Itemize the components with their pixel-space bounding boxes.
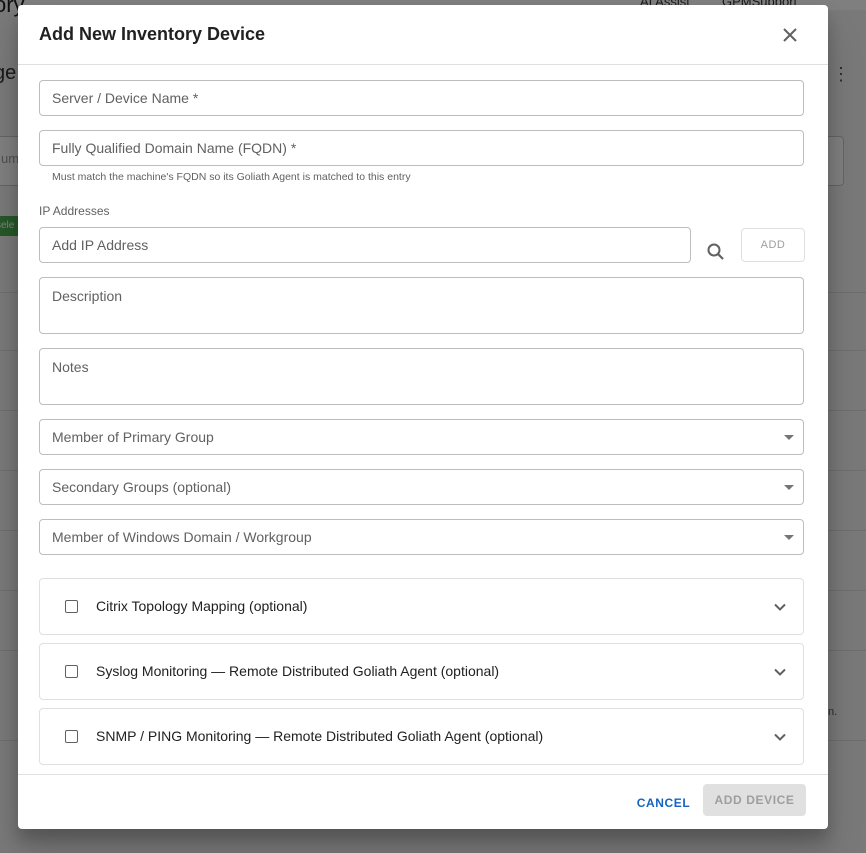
citrix-checkbox[interactable] [65,600,78,613]
secondary-groups-label: Secondary Groups (optional) [52,479,231,495]
server-name-label: Server / Device Name * [52,90,199,106]
accordion-syslog-monitoring[interactable]: Syslog Monitoring — Remote Distributed G… [39,643,804,700]
dropdown-arrow-icon [784,485,794,490]
dialog-footer: CANCEL ADD DEVICE [18,774,828,829]
accordion-label: SNMP / PING Monitoring — Remote Distribu… [96,728,544,744]
dropdown-arrow-icon [784,535,794,540]
description-label: Description [52,288,123,304]
cancel-button[interactable]: CANCEL [630,787,697,819]
dialog-header: Add New Inventory Device [18,5,828,65]
primary-group-label: Member of Primary Group [52,429,214,445]
close-button[interactable] [776,21,804,49]
primary-group-select[interactable]: Member of Primary Group [39,419,804,455]
description-field[interactable]: Description [39,277,804,334]
add-device-dialog: Add New Inventory Device Server / Device… [18,5,828,829]
accordion-label: Syslog Monitoring — Remote Distributed G… [96,663,500,679]
server-name-field[interactable]: Server / Device Name * [39,80,804,116]
accordion-label: Citrix Topology Mapping (optional) [96,598,308,614]
add-device-button[interactable]: ADD DEVICE [703,784,806,816]
windows-domain-label: Member of Windows Domain / Workgroup [52,529,312,545]
search-icon[interactable] [704,240,728,264]
chevron-down-icon [774,603,786,611]
accordion-snmp-ping-monitoring[interactable]: SNMP / PING Monitoring — Remote Distribu… [39,708,804,765]
syslog-checkbox[interactable] [65,665,78,678]
fqdn-field[interactable]: Fully Qualified Domain Name (FQDN) * [39,130,804,166]
dialog-body[interactable]: Server / Device Name * Fully Qualified D… [18,65,828,774]
close-icon [783,28,797,42]
snmp-checkbox[interactable] [65,730,78,743]
dialog-title: Add New Inventory Device [39,24,266,44]
ip-address-placeholder: Add IP Address [52,237,149,253]
dropdown-arrow-icon [784,435,794,440]
secondary-groups-select[interactable]: Secondary Groups (optional) [39,469,804,505]
notes-field[interactable]: Notes [39,348,804,405]
accordion-citrix-topology[interactable]: Citrix Topology Mapping (optional) [39,578,804,635]
fqdn-helper-text: Must match the machine's FQDN so its Gol… [52,171,411,183]
ip-address-input[interactable]: Add IP Address [39,227,691,263]
add-ip-button[interactable]: ADD [741,228,805,262]
ip-addresses-label: IP Addresses [39,204,110,218]
chevron-down-icon [774,668,786,676]
fqdn-label: Fully Qualified Domain Name (FQDN) * [52,140,297,156]
windows-domain-select[interactable]: Member of Windows Domain / Workgroup [39,519,804,555]
chevron-down-icon [774,733,786,741]
notes-label: Notes [52,359,89,375]
